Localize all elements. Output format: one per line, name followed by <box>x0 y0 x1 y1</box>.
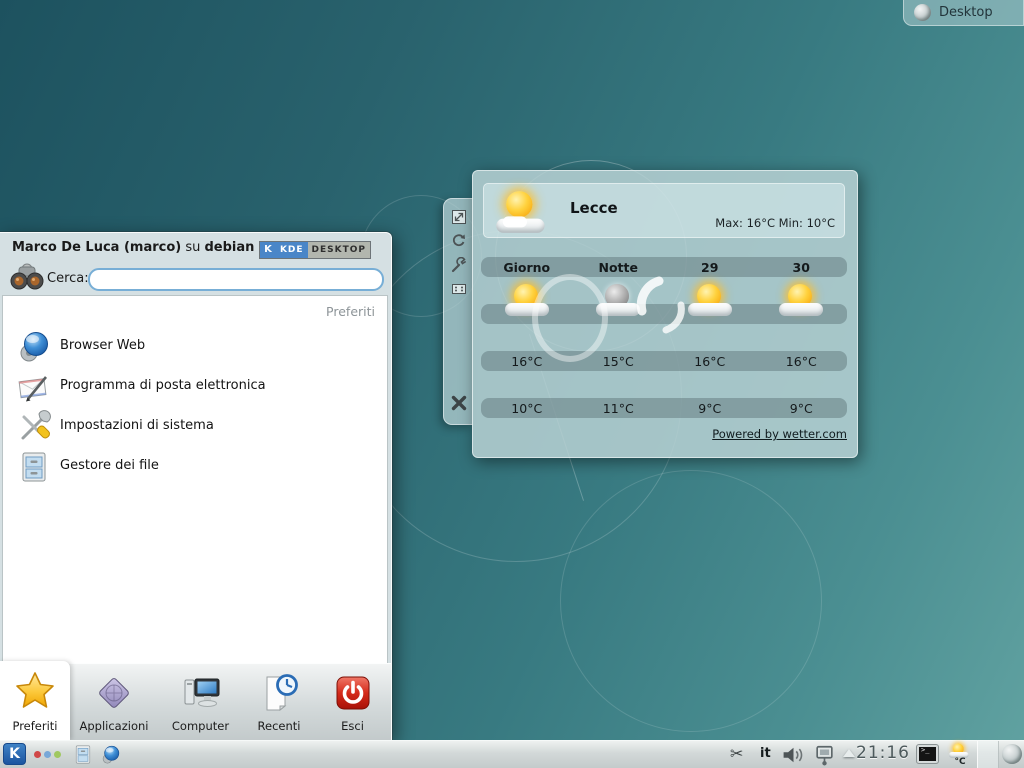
taskbar-panel: K ✂ it 21:16 >_ °C <box>0 740 1024 768</box>
tab-recenti[interactable]: Recenti <box>243 664 315 740</box>
desktop-toolbox[interactable]: Desktop <box>903 0 1024 26</box>
web-browser-icon <box>17 330 51 364</box>
user-title: Marco De Luca (marco) su debian <box>12 240 254 255</box>
resize-icon[interactable] <box>451 209 467 225</box>
search-binoculars-icon <box>10 261 44 291</box>
day-temp: 16°C <box>481 354 573 369</box>
digital-clock[interactable]: 21:16 <box>856 743 910 763</box>
night-temp: 11°C <box>573 401 665 416</box>
computer-icon <box>180 673 222 713</box>
weather-city: Lecce <box>570 199 618 217</box>
weather-max-min: Max: 16°C Min: 10°C <box>715 216 835 230</box>
pager-dot-red[interactable] <box>34 751 41 758</box>
day-temp: 15°C <box>573 354 665 369</box>
pager-widget[interactable] <box>34 751 61 758</box>
night-temp: 10°C <box>481 401 573 416</box>
weather-day-temps-row: 16°C 15°C 16°C 16°C <box>481 351 847 371</box>
file-manager-launcher-icon[interactable] <box>72 744 94 765</box>
weather-tray-widget[interactable]: °C <box>947 742 973 767</box>
wallpaper-circle <box>560 470 822 732</box>
list-item-mail-client[interactable]: Programma di posta elettronica <box>3 367 387 407</box>
close-icon[interactable] <box>450 394 468 412</box>
section-header: Preferiti <box>326 304 375 319</box>
clipboard-scissors-icon[interactable]: ✂ <box>730 744 743 763</box>
star-icon <box>15 670 55 710</box>
day-temp: 16°C <box>664 354 756 369</box>
favorites-panel: Preferiti Browser Web <box>2 295 388 664</box>
weather-column-header: Notte <box>573 260 665 275</box>
weather-night-temps-row: 10°C 11°C 9°C 9°C <box>481 398 847 418</box>
tab-esci[interactable]: Esci <box>315 664 390 740</box>
sun-cloud-icon <box>777 283 825 321</box>
settings-box-icon[interactable] <box>451 281 467 297</box>
pager-dot-blue[interactable] <box>44 751 51 758</box>
host-name: debian <box>205 240 255 255</box>
panel-spacer <box>977 741 999 768</box>
day-temp: 16°C <box>756 354 848 369</box>
user-name: Marco De Luca (marco) <box>12 240 181 255</box>
cashew-icon <box>914 4 931 21</box>
weather-column-header: 30 <box>756 260 848 275</box>
systray-expand-arrow[interactable] <box>843 749 855 757</box>
kickoff-tabbar: Preferiti Applicazioni <box>0 663 391 740</box>
rotate-icon[interactable] <box>451 233 467 249</box>
night-temp: 9°C <box>756 401 848 416</box>
kde-logo-icon: K <box>260 242 276 258</box>
application-launcher-button[interactable]: K <box>3 743 26 765</box>
weather-credit-link[interactable]: Powered by wetter.com <box>712 427 847 441</box>
keyboard-layout-indicator[interactable]: it <box>760 746 771 761</box>
applet-handle[interactable] <box>443 198 473 425</box>
list-item-file-manager[interactable]: Gestore dei file <box>3 447 387 487</box>
tab-preferiti[interactable]: Preferiti <box>0 661 70 740</box>
network-icon[interactable] <box>812 744 837 766</box>
volume-icon[interactable] <box>781 746 806 764</box>
search-input[interactable] <box>88 268 384 291</box>
file-manager-icon <box>17 450 51 484</box>
sun-cloud-icon <box>494 190 556 238</box>
list-item-browser-web[interactable]: Browser Web <box>3 327 387 367</box>
web-browser-launcher-icon[interactable] <box>100 744 121 765</box>
panel-cashew-icon[interactable] <box>1002 744 1022 764</box>
list-item-system-settings[interactable]: Impostazioni di sistema <box>3 407 387 447</box>
night-temp: 9°C <box>664 401 756 416</box>
search-label: Cerca: <box>47 271 89 286</box>
desktop-toolbox-label: Desktop <box>939 5 993 20</box>
terminal-tray-icon[interactable]: >_ <box>917 745 938 763</box>
mail-client-icon <box>17 370 51 404</box>
tab-computer[interactable]: Computer <box>158 664 243 740</box>
pager-dot-green[interactable] <box>54 751 61 758</box>
recent-documents-icon <box>259 673 299 713</box>
tab-applicazioni[interactable]: Applicazioni <box>70 664 158 740</box>
weather-column-header: Giorno <box>481 260 573 275</box>
weather-header: Lecce Max: 16°C Min: 10°C <box>483 183 845 238</box>
debian-swirl-decoration <box>628 274 706 344</box>
weather-column-header: 29 <box>664 260 756 275</box>
kde-desktop-badge: K KDE DESKTOP <box>259 241 371 259</box>
applications-icon <box>94 673 134 713</box>
configure-icon[interactable] <box>451 257 467 273</box>
sun-cloud-icon <box>503 283 551 321</box>
kickoff-menu: Marco De Luca (marco) su debian K KDE DE… <box>0 232 392 741</box>
system-settings-icon <box>17 410 51 444</box>
power-icon <box>334 673 372 713</box>
